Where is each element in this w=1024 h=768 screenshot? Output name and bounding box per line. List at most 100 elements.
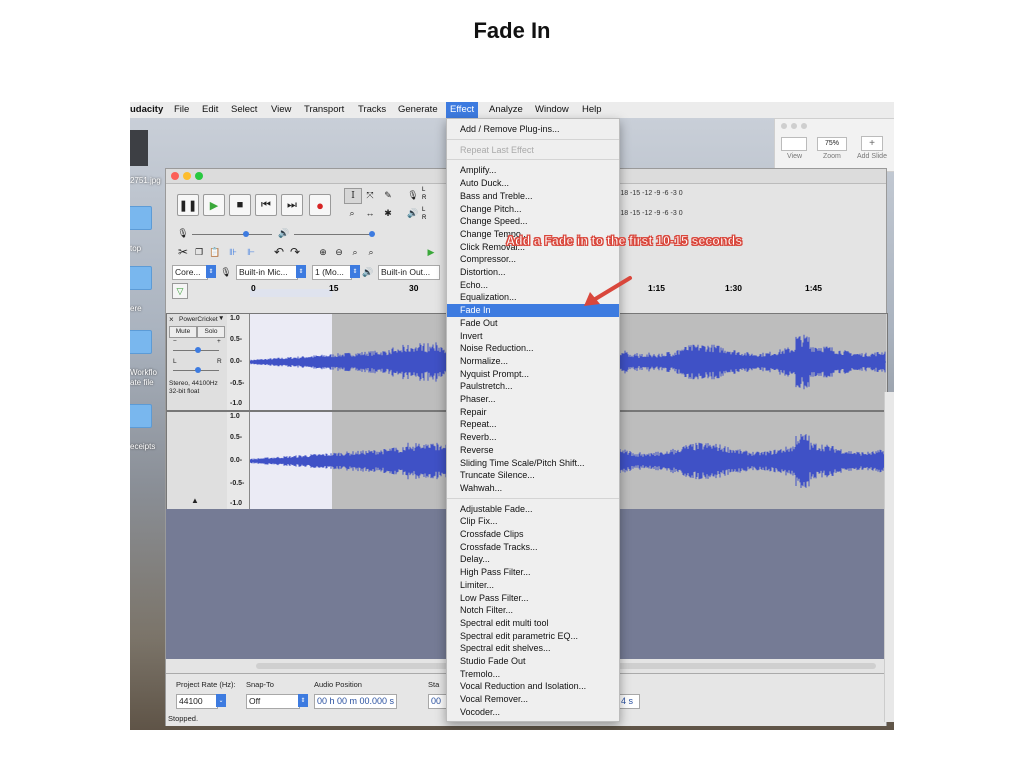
paste-icon[interactable]: 📋 [208,245,222,259]
chevron-down-icon[interactable]: ⇕ [296,265,306,278]
project-rate-select[interactable]: 44100 [176,694,218,709]
collapse-track-icon[interactable]: ▲ [191,496,199,505]
recording-device-select[interactable]: Built-in Mic... [236,265,298,280]
skip-to-end-button[interactable]: ⏭ [281,194,303,216]
effect-menu-item[interactable]: Spectral edit multi tool [447,617,619,630]
menu-generate[interactable]: Generate [398,104,438,115]
menu-view[interactable]: View [271,104,291,115]
pause-button[interactable]: ❚❚ [177,194,199,216]
draw-tool-icon[interactable]: ✎ [380,188,396,202]
menu-tracks[interactable]: Tracks [358,104,386,115]
folder-icon[interactable] [130,266,152,290]
cut-icon[interactable]: ✂ [176,245,190,259]
slider-thumb[interactable] [369,231,375,237]
effect-menu-item[interactable]: Wahwah... [447,482,619,495]
slider-thumb[interactable] [195,347,201,353]
slider-thumb[interactable] [243,231,249,237]
silence-icon[interactable]: ⊩ [244,245,258,259]
effect-menu-item[interactable]: Tremolo... [447,668,619,681]
chevron-down-icon[interactable]: ⇕ [350,265,360,278]
effect-menu-item[interactable]: Repair [447,406,619,419]
zoom-out-icon[interactable]: ⊖ [332,245,346,259]
chevron-down-icon[interactable]: ⇕ [298,694,308,707]
close-window-icon[interactable] [171,172,179,180]
effect-menu-item[interactable]: Sliding Time Scale/Pitch Shift... [447,457,619,470]
menu-analyze[interactable]: Analyze [489,104,523,115]
speaker-icon[interactable]: 🔊 [406,206,420,220]
menu-app-name[interactable]: udacity [130,104,163,115]
timeline-quick-play-icon[interactable]: ▽ [172,283,188,299]
audio-position-field[interactable]: 00 h 00 m 00.000 s [314,694,398,709]
envelope-tool-icon[interactable]: ⤧ [362,188,378,202]
effect-menu-item[interactable]: Clip Fix... [447,515,619,528]
effect-menu-item[interactable]: Spectral edit shelves... [447,642,619,655]
effect-menu-item[interactable]: Invert [447,330,619,343]
folder-icon[interactable] [130,330,152,354]
fit-selection-icon[interactable]: ⌕ [348,245,362,259]
effect-menu-item[interactable]: Truncate Silence... [447,469,619,482]
effect-menu-item[interactable]: Repeat... [447,418,619,431]
copy-icon[interactable]: ❐ [192,245,206,259]
minimize-window-icon[interactable] [183,172,191,180]
effect-menu-item[interactable]: Reverb... [447,431,619,444]
stop-button[interactable]: ■ [229,194,251,216]
effect-menu-item[interactable]: Change Pitch... [447,203,619,216]
folder-icon[interactable] [130,404,152,428]
skip-to-start-button[interactable]: ⏮ [255,194,277,216]
audio-host-select[interactable]: Core... [172,265,208,280]
effect-menu-item[interactable]: Paulstretch... [447,380,619,393]
menu-window[interactable]: Window [535,104,569,115]
effect-menu-item[interactable]: Noise Reduction... [447,342,619,355]
playback-volume-slider[interactable] [294,234,374,235]
effect-menu-item[interactable]: Crossfade Clips [447,528,619,541]
undo-icon[interactable]: ↶ [272,245,286,259]
menu-edit[interactable]: Edit [202,104,218,115]
menu-transport[interactable]: Transport [304,104,344,115]
play-button[interactable]: ▶ [203,194,225,216]
zoom-tool-icon[interactable]: ⌕ [344,206,360,220]
effect-menu-item[interactable]: Auto Duck... [447,177,619,190]
effect-menu-item[interactable]: Fade Out [447,317,619,330]
effect-menu-item[interactable]: Amplify... [447,164,619,177]
playback-meter-scale[interactable]: -18 -15 -12 -9 -6 -3 0 [618,210,683,217]
menu-file[interactable]: File [174,104,189,115]
effect-menu-item[interactable]: Crossfade Tracks... [447,541,619,554]
effect-menu-item[interactable]: Delay... [447,553,619,566]
effect-menu-item[interactable]: Nyquist Prompt... [447,368,619,381]
solo-button[interactable]: Solo [197,326,225,338]
effect-menu-item[interactable]: Vocal Remover... [447,693,619,706]
zoom-window-icon[interactable] [195,172,203,180]
fit-project-icon[interactable]: ⌕ [364,245,378,259]
playback-device-select[interactable]: Built-in Out... [378,265,440,280]
desktop-thumbnail[interactable] [130,130,148,166]
recording-volume-slider[interactable] [192,234,272,235]
effect-menu-item[interactable]: Spectral edit parametric EQ... [447,630,619,643]
effect-menu-item[interactable]: Vocal Reduction and Isolation... [447,680,619,693]
effect-menu-item[interactable]: Adjustable Fade... [447,503,619,516]
effect-menu-item[interactable]: Add / Remove Plug-ins... [447,123,619,136]
record-button[interactable]: ● [309,194,331,216]
play-at-speed-icon[interactable]: ▶ [424,245,438,259]
effect-menu-item[interactable]: Vocoder... [447,706,619,719]
effect-menu-item[interactable]: Studio Fade Out [447,655,619,668]
menu-help[interactable]: Help [582,104,602,115]
effect-menu-item[interactable]: Limiter... [447,579,619,592]
redo-icon[interactable]: ↷ [288,245,302,259]
microphone-icon[interactable]: 🎙 [406,188,420,202]
effect-menu-item[interactable]: High Pass Filter... [447,566,619,579]
effect-menu-item[interactable]: Normalize... [447,355,619,368]
zoom-select[interactable]: 75% [817,137,847,151]
add-slide-button[interactable]: + [861,136,883,151]
effect-menu-item[interactable]: Bass and Treble... [447,190,619,203]
view-button[interactable] [781,137,807,151]
close-icon[interactable]: × [169,315,174,324]
selection-tool-icon[interactable]: I [344,188,362,204]
effect-menu-item[interactable]: Phaser... [447,393,619,406]
effect-menu-item[interactable]: Change Speed... [447,215,619,228]
trim-icon[interactable]: ⊪ [226,245,240,259]
effect-menu-item[interactable]: Reverse [447,444,619,457]
multi-tool-icon[interactable]: ✱ [380,206,396,220]
snap-to-select[interactable]: Off [246,694,300,709]
time-shift-tool-icon[interactable]: ↔ [362,206,378,220]
zoom-in-icon[interactable]: ⊕ [316,245,330,259]
